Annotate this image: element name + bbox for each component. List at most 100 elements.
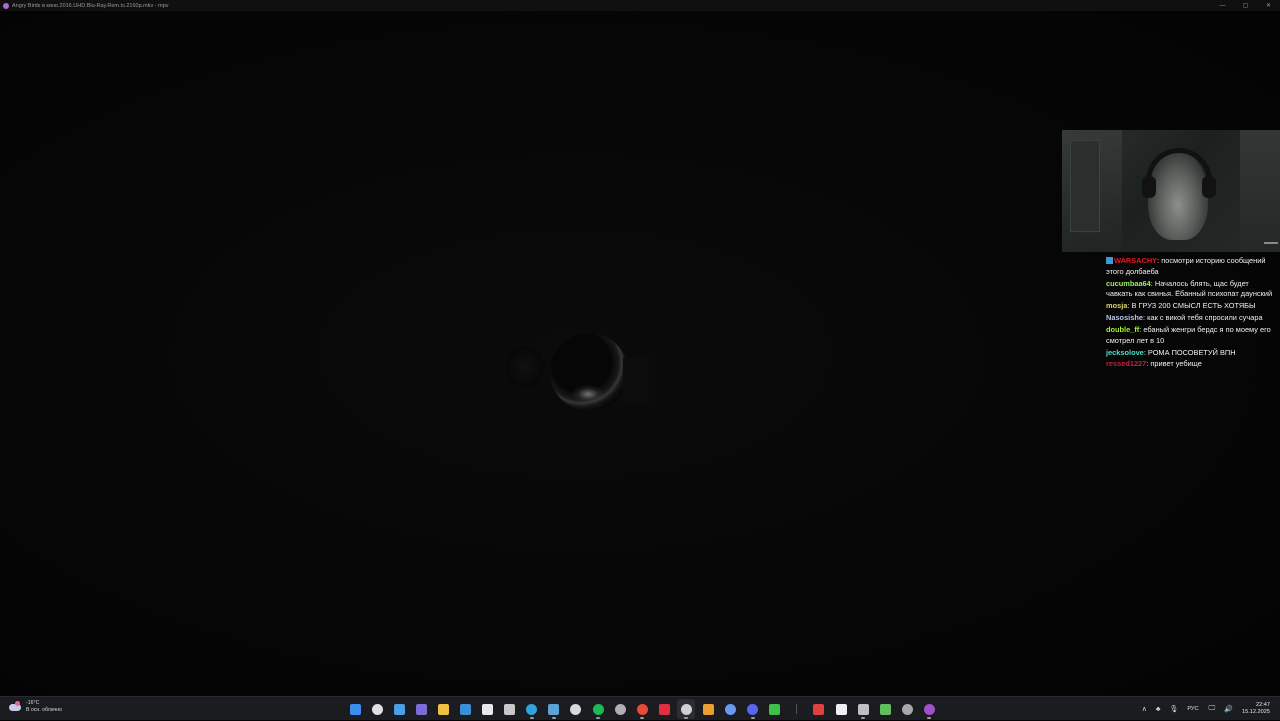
app-x-icon: [658, 703, 670, 715]
tray-app-icon[interactable]: ♣: [1156, 706, 1161, 713]
language-indicator[interactable]: РУС: [1187, 706, 1198, 712]
weather-temp: -16°C: [26, 700, 40, 706]
taskbar-button-gear[interactable]: [898, 699, 916, 719]
taskbar-button-chatgpt[interactable]: [567, 699, 585, 719]
store-icon: [482, 703, 494, 715]
taskbar-button-terminal-app[interactable]: [501, 699, 519, 719]
taskbar-button-app-red[interactable]: [810, 699, 828, 719]
taskbar-button-store[interactable]: [479, 699, 497, 719]
taskbar-button-globe-app[interactable]: [722, 699, 740, 719]
window-controls: — ▢ ✕: [1211, 0, 1280, 11]
taskbar-button-app-x[interactable]: [655, 699, 673, 719]
maximize-button[interactable]: ▢: [1234, 0, 1257, 11]
widgets-icon: [393, 703, 405, 715]
dark-shape-right: [623, 358, 683, 404]
telegram-icon: [526, 703, 538, 715]
chat-username[interactable]: cucumbaa64: [1106, 279, 1151, 288]
mpv-app-icon: [3, 2, 9, 9]
taskbar-button-spotify[interactable]: [589, 699, 607, 719]
taskbar-button-telegram[interactable]: [523, 699, 541, 719]
light-spot: [572, 385, 604, 403]
weather-widget[interactable]: -16°C В осн. облачно: [9, 700, 62, 713]
hyper-icon: [835, 703, 847, 715]
headset-earcup-left: [1142, 176, 1156, 198]
display-icon[interactable]: 🖵: [1209, 705, 1216, 713]
chat-text: В ГРУЗ 200 СМЫСЛ ЕСТЬ ХОТЯБЫ: [1131, 301, 1256, 311]
webcam-light-strip: [1264, 242, 1278, 244]
shield-app-icon: [703, 703, 714, 715]
taskbar: -16°C В осн. облачно ∧ ♣ 🎙 РУС 🖵 🔊 22:47…: [0, 696, 1280, 720]
show-hidden-icons-chevron-icon[interactable]: ∧: [1142, 705, 1147, 713]
discord-icon: [747, 703, 759, 715]
terminal-icon: [857, 703, 869, 715]
chat-text: РОМА ПОСОВЕТУЙ ВПН: [1147, 347, 1236, 357]
taskbar-button-mail[interactable]: [456, 699, 474, 719]
chrome-icon: [636, 703, 648, 715]
taskbar-button-steam[interactable]: [545, 699, 563, 719]
taskbar-button-mpv[interactable]: [920, 699, 938, 719]
xbox-icon: [769, 703, 781, 715]
chat-username[interactable]: ressed1227: [1106, 359, 1146, 368]
microphone-icon[interactable]: 🎙: [1169, 705, 1178, 713]
chat-text: как с викой тебя спросили сучара: [1147, 313, 1263, 323]
close-button[interactable]: ✕: [1257, 0, 1280, 11]
chat-username[interactable]: Nasosishe: [1106, 313, 1143, 322]
taskbar-button-settings-gear[interactable]: [611, 699, 629, 719]
gear-icon: [901, 703, 913, 715]
steam-icon: [548, 703, 560, 715]
spotify-icon: [592, 703, 604, 715]
taskbar-button-file-explorer[interactable]: [434, 699, 452, 719]
webcam-wall: [1240, 130, 1280, 252]
taskbar-button-start[interactable]: [346, 699, 364, 719]
network-app-icon: [879, 703, 891, 715]
taskbar-button-obs[interactable]: [677, 699, 696, 719]
chat-text: привет уебище: [1150, 359, 1202, 369]
chat-message: WARSACHY: посмотри историю сообщений это…: [1106, 256, 1276, 277]
weather-text: -16°C В осн. облачно: [26, 700, 62, 713]
taskbar-button-terminal[interactable]: [854, 699, 872, 719]
clock[interactable]: 22:47 15.12.2025: [1242, 702, 1270, 716]
stream-chat: WARSACHY: посмотри историю сообщений это…: [1106, 256, 1276, 371]
settings-gear-icon: [614, 703, 626, 715]
chatgpt-icon: [570, 703, 582, 715]
chat-username[interactable]: mosja: [1106, 301, 1127, 310]
taskbar-button-discord[interactable]: [744, 699, 762, 719]
video-player-frame[interactable]: [0, 11, 1280, 696]
taskbar-button-visual-studio[interactable]: [412, 699, 430, 719]
chat-username[interactable]: WARSACHY: [1114, 256, 1157, 265]
terminal-app-icon: [504, 703, 516, 715]
taskbar-button-hyper[interactable]: [832, 699, 850, 719]
window-title: Angry Birds в кино.2016.UHD.Blu-Ray.Rem.…: [12, 2, 169, 9]
taskbar-apps: [346, 697, 943, 721]
taskbar-button-widgets[interactable]: [390, 699, 408, 719]
taskbar-button-shield-app[interactable]: [700, 699, 718, 719]
minimize-button[interactable]: —: [1211, 0, 1234, 11]
taskbar-button-network-app[interactable]: [876, 699, 894, 719]
chat-username[interactable]: double_ff: [1106, 325, 1139, 334]
chat-badge-icon: [1106, 257, 1113, 264]
system-tray: ∧ ♣ 🎙 РУС 🖵 🔊 22:47 15.12.2025: [1142, 697, 1280, 721]
volume-icon[interactable]: 🔊: [1224, 705, 1233, 713]
globe-app-icon: [725, 703, 737, 715]
visual-studio-icon: [415, 703, 427, 715]
clock-date: 15.12.2025: [1242, 709, 1270, 715]
title-bar: Angry Birds в кино.2016.UHD.Blu-Ray.Rem.…: [0, 0, 1280, 11]
app-red-icon: [813, 703, 825, 715]
dark-shape: [505, 345, 545, 389]
start-icon: [349, 703, 361, 715]
video-scene: [505, 323, 683, 413]
chat-message: double_ff: ебаный женгри бердс я по моем…: [1106, 325, 1276, 346]
search-icon: [371, 703, 383, 715]
weather-icon: [9, 701, 22, 712]
chat-message: cucumbaa64: Началось блять, щас будет ча…: [1106, 279, 1276, 300]
chat-username[interactable]: jecksolove: [1106, 348, 1144, 357]
webcam-overlay: [1062, 130, 1280, 252]
taskbar-button-divider[interactable]: [788, 699, 806, 719]
weather-desc: В осн. облачно: [26, 706, 63, 713]
taskbar-button-xbox[interactable]: [766, 699, 784, 719]
chat-message: ressed1227: привет уебище: [1106, 359, 1276, 370]
chat-message: mosja: В ГРУЗ 200 СМЫСЛ ЕСТЬ ХОТЯБЫ: [1106, 301, 1276, 312]
clock-time: 22:47: [1256, 702, 1270, 708]
taskbar-button-search[interactable]: [368, 699, 386, 719]
taskbar-button-chrome[interactable]: [633, 699, 651, 719]
